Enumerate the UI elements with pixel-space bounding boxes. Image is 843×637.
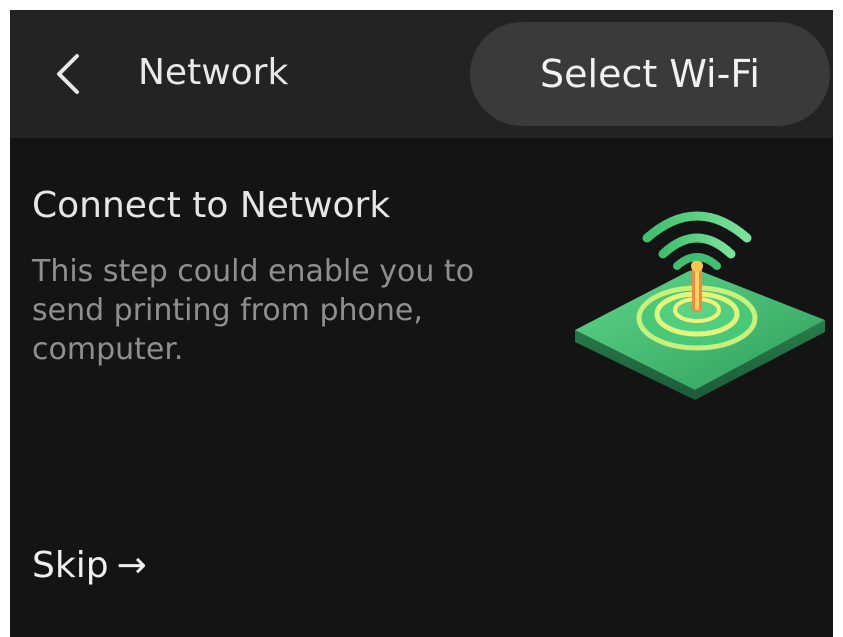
page-title: Network — [138, 52, 289, 93]
network-setup-screen: Network Select Wi-Fi Connect to Network … — [10, 10, 833, 637]
wifi-router-icon — [575, 211, 825, 400]
chevron-left-icon — [57, 54, 79, 94]
top-bar: Network Select Wi-Fi — [10, 10, 833, 138]
skip-button[interactable]: Skip → — [32, 542, 147, 590]
section-title: Connect to Network — [32, 185, 391, 226]
skip-label: Skip — [32, 545, 109, 586]
section-description: This step could enable you to send print… — [32, 254, 475, 367]
arrow-right-icon: → — [116, 545, 147, 586]
select-wifi-button[interactable]: Select Wi-Fi — [470, 22, 830, 126]
back-button[interactable] — [44, 46, 92, 102]
